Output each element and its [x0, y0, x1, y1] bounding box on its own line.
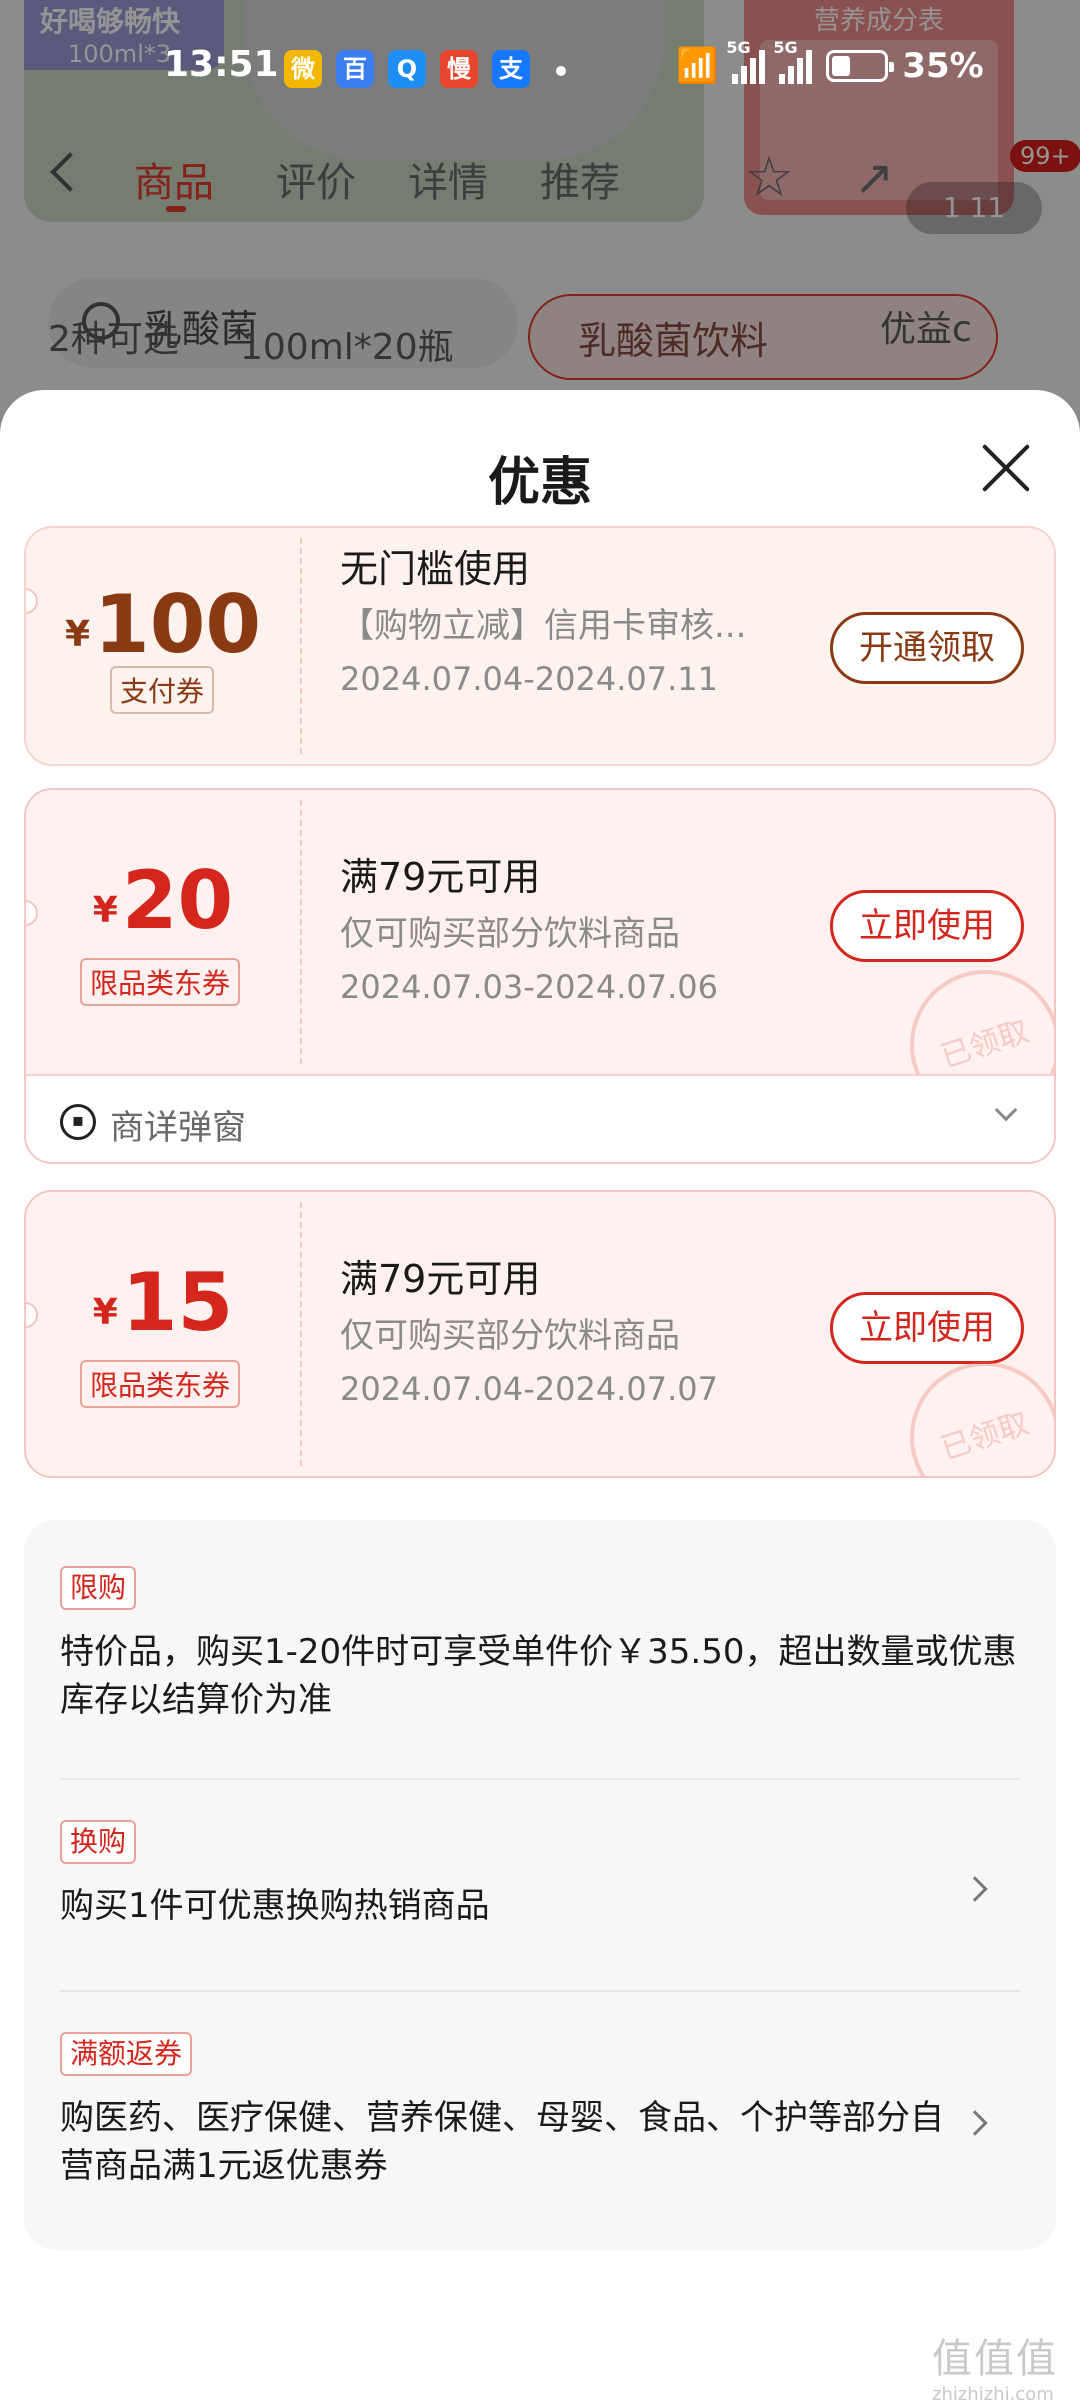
coupon-date: 2024.07.04-2024.07.11 [340, 660, 718, 698]
coupon-date: 2024.07.04-2024.07.07 [340, 1370, 718, 1408]
site-watermark: 值值值 zhizhizhi.com [932, 2336, 1058, 2400]
coupon-date: 2024.07.03-2024.07.06 [340, 968, 718, 1006]
sheet-scroll-area[interactable]: ¥100 支付券 无门槛使用 【购物立减】信用卡审核... 2024.07.04… [0, 526, 1080, 2400]
promotion-text: 特价品，购买1-20件时可享受单件价￥35.50，超出数量或优惠库存以结算价为准 [60, 1632, 1017, 1720]
coupon-desc: 仅可购买部分饮料商品 [340, 914, 680, 954]
promotion-tag: 满额返券 [60, 2032, 193, 2076]
wifi-icon: 📶 [676, 46, 719, 86]
notification-app-icons: 微百Q慢支 [284, 50, 530, 88]
system-indicators: 📶 5G 5G 35% [676, 38, 984, 86]
status-time: 13:51 [164, 44, 279, 85]
use-now-button[interactable]: 立即使用 [830, 1292, 1024, 1364]
coupon-desc: 【购物立减】信用卡审核... [340, 606, 747, 646]
coupon-card-20: ¥20 限品类东券 满79元可用 仅可购买部分饮料商品 2024.07.03-2… [24, 788, 1056, 1164]
coupon-footer[interactable]: ▪ 商详弹窗 [26, 1074, 1054, 1162]
coupon-type-tag: 支付券 [110, 666, 215, 714]
coupon-title: 满79元可用 [340, 1257, 541, 1301]
use-now-button[interactable]: 立即使用 [830, 890, 1024, 962]
cell-signal-icon-2: 5G [773, 38, 813, 84]
chevron-down-icon[interactable] [994, 1098, 1018, 1122]
promotion-exchange[interactable]: 换购 购买1件可优惠换购热销商品 [60, 1820, 1020, 1930]
cell-signal-icon: 5G [726, 38, 766, 84]
divider [60, 1778, 1020, 1780]
coupon-title: 满79元可用 [340, 855, 541, 899]
divider [60, 1990, 1020, 1992]
discount-sheet: 优惠 ¥100 支付券 无门槛使用 【购物立减】信用卡审核... 2024.07… [0, 390, 1080, 2400]
coupon-amount: ¥15 [92, 1256, 234, 1349]
promotion-text: 购医药、医疗保健、营养保健、母婴、食品、个护等部分自营商品满1元返优惠券 [60, 2098, 944, 2186]
sheet-title: 优惠 [487, 453, 592, 513]
coupon-type-tag: 限品类东券 [80, 958, 241, 1006]
promotion-text: 购买1件可优惠换购热销商品 [60, 1886, 490, 1926]
man-app-icon: 慢 [440, 50, 478, 88]
popup-icon: ▪ [60, 1104, 96, 1140]
close-icon[interactable] [978, 440, 1034, 496]
promotion-list: 限购 特价品，购买1-20件时可享受单件价￥35.50，超出数量或优惠库存以结算… [24, 1520, 1056, 2250]
coupon-amount: ¥100 [64, 578, 262, 671]
promotion-limit-purchase: 限购 特价品，购买1-20件时可享受单件价￥35.50，超出数量或优惠库存以结算… [60, 1566, 1020, 1724]
more-notifications-dot [556, 66, 566, 76]
weibo-icon: 微 [284, 50, 322, 88]
coupon-type-tag: 限品类东券 [80, 1360, 241, 1408]
promotion-tag: 限购 [60, 1566, 137, 1610]
promotion-coupon-return[interactable]: 满额返券 购医药、医疗保健、营养保健、母婴、食品、个护等部分自营商品满1元返优惠… [60, 2032, 960, 2190]
coupon-amount: ¥20 [92, 854, 234, 947]
battery-icon [826, 50, 895, 82]
coupon-title: 无门槛使用 [340, 547, 531, 591]
promotion-tag: 换购 [60, 1820, 137, 1864]
coupon-desc: 仅可购买部分饮料商品 [340, 1316, 680, 1356]
alipay-icon: 支 [492, 50, 530, 88]
status-bar: 13:51 微百Q慢支 📶 5G 5G 35% [0, 0, 1080, 146]
coupon-card-payment: ¥100 支付券 无门槛使用 【购物立减】信用卡审核... 2024.07.04… [24, 526, 1056, 766]
chevron-right-icon[interactable] [962, 2110, 988, 2136]
baidu-icon: 百 [336, 50, 374, 88]
battery-percent: 35% [902, 46, 984, 86]
search-app-icon: Q [388, 50, 426, 88]
coupon-footer-label: 商详弹窗 [110, 1108, 246, 1148]
activate-claim-button[interactable]: 开通领取 [830, 612, 1024, 684]
coupon-card-15: ¥15 限品类东券 满79元可用 仅可购买部分饮料商品 2024.07.04-2… [24, 1190, 1056, 1478]
